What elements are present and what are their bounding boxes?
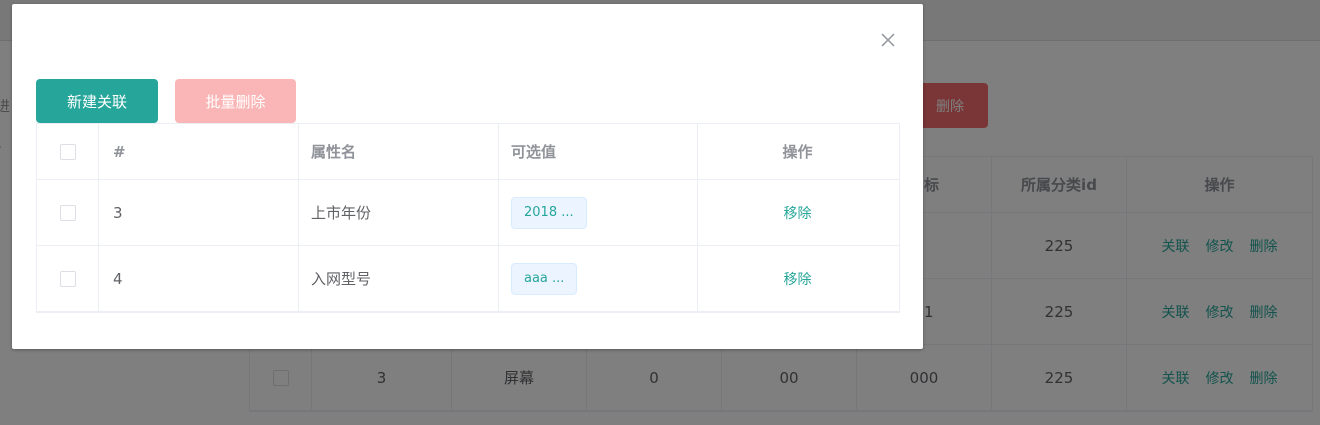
new-relation-button[interactable]: 新建关联	[36, 79, 158, 123]
header-number: #	[99, 124, 299, 179]
header-checkbox-cell	[37, 124, 99, 179]
row-checkbox[interactable]	[59, 270, 76, 287]
close-icon[interactable]	[879, 31, 897, 49]
row-checkbox[interactable]	[59, 204, 76, 221]
remove-button[interactable]: 移除	[784, 269, 812, 289]
select-all-checkbox[interactable]	[59, 143, 76, 160]
relation-table: # 属性名 可选值 操作 3 上市年份 2018 ... 移除 4 入网型号 a…	[36, 123, 900, 313]
cell-attr-name: 上市年份	[299, 180, 499, 245]
batch-delete-button[interactable]: 批量删除	[175, 79, 296, 123]
header-operations: 操作	[782, 143, 813, 161]
cell-attr-name: 入网型号	[299, 246, 499, 311]
cell-values: 2018 ...	[499, 180, 698, 245]
cell-operations: 移除	[698, 246, 897, 311]
table-header-row: # 属性名 可选值 操作	[37, 124, 899, 180]
remove-button[interactable]: 移除	[784, 203, 812, 223]
header-attr-name: 属性名	[299, 124, 499, 179]
table-row: 3 上市年份 2018 ... 移除	[37, 180, 899, 246]
table-row: 4 入网型号 aaa ... 移除	[37, 246, 899, 311]
value-tag[interactable]: aaa ...	[511, 262, 578, 295]
cell-number: 4	[99, 246, 299, 311]
relation-dialog: 新建关联 批量删除 # 属性名 可选值 操作 3 上市年份 2018 ... 移…	[12, 4, 923, 349]
row-checkbox-cell	[37, 180, 99, 245]
batch-delete-label: 批量删除	[205, 92, 266, 111]
cell-values: aaa ...	[499, 246, 698, 311]
row-checkbox-cell	[37, 246, 99, 311]
cell-number: 3	[99, 180, 299, 245]
cell-operations: 移除	[698, 180, 897, 245]
header-values: 可选值	[499, 124, 698, 179]
new-relation-label: 新建关联	[66, 92, 127, 111]
value-tag[interactable]: 2018 ...	[511, 196, 587, 229]
